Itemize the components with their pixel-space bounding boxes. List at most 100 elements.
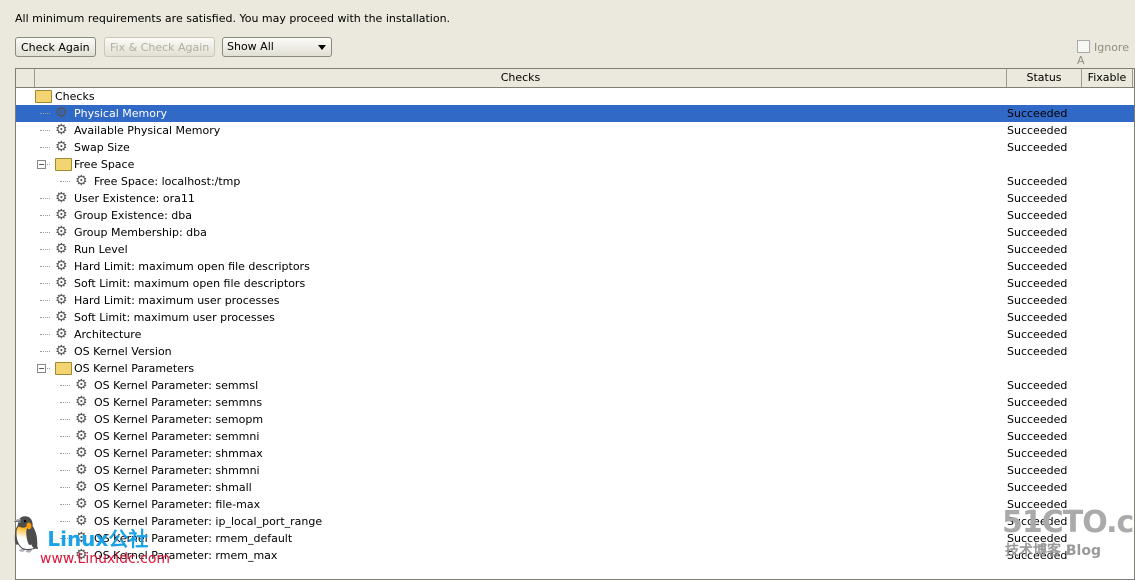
- check-label: OS Kernel Parameter: semmns: [94, 396, 263, 409]
- tree-connector: [60, 453, 70, 454]
- tree-connector: [60, 419, 70, 420]
- check-label: Swap Size: [74, 141, 130, 154]
- ignore-all-checkbox[interactable]: Ignore A: [1077, 40, 1135, 67]
- tree-row[interactable]: ⚙ OS Kernel Parameter: shmmax Succeeded: [16, 445, 1134, 462]
- status-value: Succeeded: [1007, 243, 1068, 256]
- tree-row[interactable]: ⚙ OS Kernel Parameter: semmni Succeeded: [16, 428, 1134, 445]
- tree-connector: [40, 300, 50, 301]
- tree-connector: [60, 385, 70, 386]
- folder-icon: [55, 362, 72, 375]
- header-checks[interactable]: Checks: [35, 69, 1007, 87]
- tree-row[interactable]: ⚙ OS Kernel Parameter: ip_local_port_rang…: [16, 513, 1134, 530]
- tree-row[interactable]: ⚙ Architecture Succeeded: [16, 326, 1134, 343]
- tree-connector: [40, 113, 50, 114]
- tree-connector: [40, 215, 50, 216]
- tree-row[interactable]: ⚙ Soft Limit: maximum user processes Succe…: [16, 309, 1134, 326]
- linux-url-watermark: www.Linuxidc.com: [40, 551, 171, 567]
- check-label: OS Kernel Version: [74, 345, 172, 358]
- check-label: Free Space: localhost:/tmp: [94, 175, 241, 188]
- status-value: Succeeded: [1007, 430, 1068, 443]
- gear-icon: ⚙: [55, 224, 68, 240]
- tree-connector: [60, 487, 70, 488]
- fix-check-again-button[interactable]: Fix & Check Again: [104, 37, 216, 57]
- collapse-icon[interactable]: −: [37, 364, 46, 373]
- cto-sub-watermark: 技术博客 Blog: [1005, 543, 1101, 559]
- tree-connector: [40, 351, 50, 352]
- check-label: OS Kernel Parameters: [74, 362, 195, 375]
- gear-icon: ⚙: [75, 445, 88, 461]
- status-value: Succeeded: [1007, 396, 1068, 409]
- gear-icon: ⚙: [75, 428, 88, 444]
- check-again-button[interactable]: Check Again: [15, 37, 96, 57]
- tree-row[interactable]: − OS Kernel Parameters: [16, 360, 1134, 377]
- tree-row[interactable]: ⚙ OS Kernel Parameter: shmall Succeeded: [16, 479, 1134, 496]
- status-value: Succeeded: [1007, 413, 1068, 426]
- header-status[interactable]: Status: [1007, 69, 1082, 87]
- tree-connector: [60, 402, 70, 403]
- filter-dropdown[interactable]: Show All: [222, 37, 332, 57]
- check-label: OS Kernel Parameter: semmni: [94, 430, 260, 443]
- tree-row[interactable]: ⚙ User Existence: ora11 Succeeded: [16, 190, 1134, 207]
- tree-row[interactable]: ⚙ Hard Limit: maximum open file descripto…: [16, 258, 1134, 275]
- collapse-icon[interactable]: −: [37, 160, 46, 169]
- status-value: Succeeded: [1007, 277, 1068, 290]
- gear-icon: ⚙: [55, 275, 68, 291]
- tree-row[interactable]: ⚙ OS Kernel Version Succeeded: [16, 343, 1134, 360]
- tree-row[interactable]: ⚙ Free Space: localhost:/tmp Succeeded: [16, 173, 1134, 190]
- status-value: Succeeded: [1007, 379, 1068, 392]
- checkbox-icon: [1077, 40, 1090, 53]
- tree-root[interactable]: Checks: [16, 88, 1134, 105]
- status-value: Succeeded: [1007, 328, 1068, 341]
- tree-row[interactable]: ⚙ Swap Size Succeeded: [16, 139, 1134, 156]
- status-value: Succeeded: [1007, 464, 1068, 477]
- tree-row[interactable]: ⚙ OS Kernel Parameter: file-max Succeeded: [16, 496, 1134, 513]
- check-label: OS Kernel Parameter: shmall: [94, 481, 252, 494]
- gear-icon: ⚙: [75, 377, 88, 393]
- filter-value: Show All: [227, 40, 274, 53]
- tree-row[interactable]: ⚙ OS Kernel Parameter: rmem_default Succee…: [16, 530, 1134, 547]
- tree-row[interactable]: ⚙ Available Physical Memory Succeeded: [16, 122, 1134, 139]
- tree-row[interactable]: ⚙ Soft Limit: maximum open file descripto…: [16, 275, 1134, 292]
- check-label: Available Physical Memory: [74, 124, 221, 137]
- tree-row[interactable]: − Free Space: [16, 156, 1134, 173]
- status-value: Succeeded: [1007, 124, 1068, 137]
- tree-row[interactable]: ⚙ Run Level Succeeded: [16, 241, 1134, 258]
- tree-row[interactable]: ⚙ OS Kernel Parameter: semmsl Succeeded: [16, 377, 1134, 394]
- tree-connector: [40, 130, 50, 131]
- tree-connector: [60, 504, 70, 505]
- tree-connector: [40, 266, 50, 267]
- status-value: Succeeded: [1007, 107, 1068, 120]
- header-fixable[interactable]: Fixable: [1082, 69, 1133, 87]
- status-value: Succeeded: [1007, 311, 1068, 324]
- tree-connector: [40, 334, 50, 335]
- gear-icon: ⚙: [75, 496, 88, 512]
- gear-icon: ⚙: [55, 122, 68, 138]
- tree-connector: [60, 470, 70, 471]
- tree-row[interactable]: ⚙ OS Kernel Parameter: shmmni Succeeded: [16, 462, 1134, 479]
- tree-connector: [40, 147, 50, 148]
- check-label: Run Level: [74, 243, 128, 256]
- tree-row[interactable]: ⚙ Hard Limit: maximum user processes Succe…: [16, 292, 1134, 309]
- status-value: Succeeded: [1007, 175, 1068, 188]
- tree-connector: [60, 181, 70, 182]
- check-label: Hard Limit: maximum open file descriptor…: [74, 260, 310, 273]
- tree-row[interactable]: ⚙ Physical Memory Succeeded: [16, 105, 1134, 122]
- status-value: Succeeded: [1007, 345, 1068, 358]
- tree-row[interactable]: ⚙ Group Membership: dba Succeeded: [16, 224, 1134, 241]
- root-label: Checks: [55, 90, 95, 103]
- tree-row[interactable]: ⚙ OS Kernel Parameter: semmns Succeeded: [16, 394, 1134, 411]
- check-label: Soft Limit: maximum user processes: [74, 311, 275, 324]
- gear-icon: ⚙: [55, 309, 68, 325]
- tree-row[interactable]: ⚙ Group Existence: dba Succeeded: [16, 207, 1134, 224]
- tree-row[interactable]: ⚙ OS Kernel Parameter: rmem_max Succeeded: [16, 547, 1134, 564]
- gear-icon: ⚙: [75, 411, 88, 427]
- check-label: Architecture: [74, 328, 142, 341]
- check-label: OS Kernel Parameter: shmmax: [94, 447, 263, 460]
- check-label: Group Membership: dba: [74, 226, 207, 239]
- gear-icon: ⚙: [55, 207, 68, 223]
- tree-connector: [40, 317, 50, 318]
- status-value: Succeeded: [1007, 192, 1068, 205]
- gear-icon: ⚙: [75, 462, 88, 478]
- tree-connector: [40, 232, 50, 233]
- tree-row[interactable]: ⚙ OS Kernel Parameter: semopm Succeeded: [16, 411, 1134, 428]
